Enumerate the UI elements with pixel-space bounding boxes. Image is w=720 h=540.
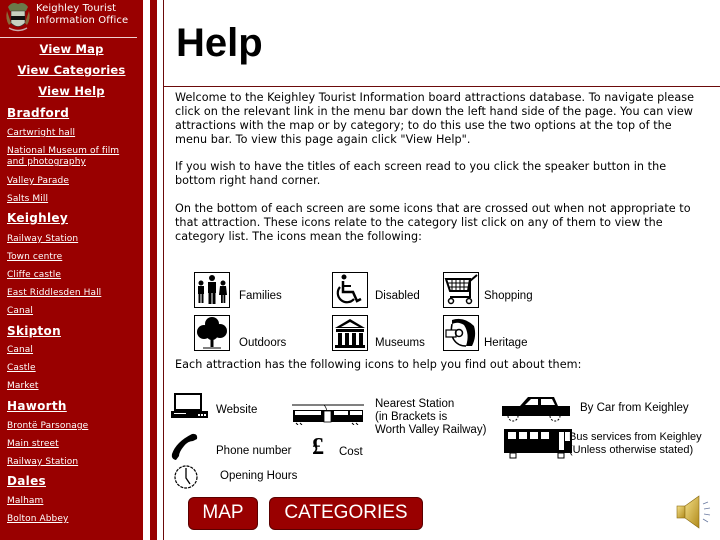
sidebar-item-salts-mill[interactable]: Salts Mill bbox=[7, 194, 48, 205]
office-name: Keighley Tourist Information Office bbox=[36, 3, 128, 27]
sidebar-item-main-street[interactable]: Main street bbox=[7, 439, 59, 450]
helmet-icon[interactable] bbox=[443, 315, 479, 351]
info-icons-paragraph: Each attraction has the following icons … bbox=[175, 358, 582, 371]
bus-icon bbox=[504, 429, 572, 459]
sidebar-item-bolton-abbey[interactable]: Bolton Abbey bbox=[7, 514, 68, 525]
sidebar-divider bbox=[0, 37, 137, 38]
sidebar: Keighley Tourist Information Office View… bbox=[0, 0, 143, 540]
sidebar-item-national-museum[interactable]: National Museum of film and photography bbox=[7, 146, 127, 168]
phone-label: Phone number bbox=[216, 445, 292, 457]
group-keighley[interactable]: Keighley bbox=[7, 211, 68, 225]
group-dales[interactable]: Dales bbox=[7, 474, 46, 488]
bus-services-label: Bus services from Keighley (Unless other… bbox=[569, 431, 702, 457]
map-button[interactable]: MAP bbox=[188, 497, 258, 530]
office-name-line1: Keighley Tourist bbox=[36, 3, 117, 14]
by-car-label: By Car from Keighley bbox=[580, 402, 689, 414]
museums-label: Museums bbox=[375, 337, 425, 349]
decorative-stripe bbox=[150, 0, 157, 540]
sidebar-item-malham[interactable]: Malham bbox=[7, 496, 43, 507]
nearest-station-label: Nearest Station (in Brackets is Worth Va… bbox=[375, 398, 486, 437]
sidebar-item-skipton-market[interactable]: Market bbox=[7, 381, 39, 392]
sidebar-item-keighley-canal[interactable]: Canal bbox=[7, 306, 33, 317]
computer-icon bbox=[171, 393, 208, 418]
wheelchair-icon[interactable] bbox=[332, 272, 368, 308]
station-label-line1: Nearest Station bbox=[375, 398, 455, 410]
coat-of-arms-icon bbox=[6, 3, 30, 32]
families-icon[interactable] bbox=[194, 272, 230, 308]
sidebar-item-east-riddlesden-hall[interactable]: East Riddlesden Hall bbox=[7, 288, 101, 299]
shopping-cart-icon[interactable] bbox=[443, 272, 479, 308]
sidebar-item-cartwright-hall[interactable]: Cartwright hall bbox=[7, 128, 75, 139]
station-label-line2: (in Brackets is bbox=[375, 411, 448, 423]
museum-icon[interactable] bbox=[332, 315, 368, 351]
clock-icon bbox=[174, 465, 198, 489]
station-label-line3: Worth Valley Railway) bbox=[375, 424, 487, 436]
page-title: Help bbox=[176, 21, 263, 65]
telephone-icon bbox=[171, 433, 198, 460]
group-haworth[interactable]: Haworth bbox=[7, 399, 67, 413]
sidebar-item-skipton-canal[interactable]: Canal bbox=[7, 345, 33, 356]
tree-icon[interactable] bbox=[194, 315, 230, 351]
view-map-link[interactable]: View Map bbox=[0, 42, 143, 56]
title-divider bbox=[164, 86, 720, 87]
office-name-line2: Information Office bbox=[36, 15, 129, 26]
sidebar-item-valley-parade[interactable]: Valley Parade bbox=[7, 176, 69, 187]
pound-icon: £ bbox=[312, 434, 324, 460]
speaker-icon[interactable] bbox=[675, 492, 715, 532]
website-label: Website bbox=[216, 404, 258, 416]
sidebar-item-skipton-castle[interactable]: Castle bbox=[7, 363, 36, 374]
sidebar-item-keighley-railway-station[interactable]: Railway Station bbox=[7, 234, 78, 245]
view-categories-link[interactable]: View Categories bbox=[0, 63, 143, 77]
outdoors-label: Outdoors bbox=[239, 337, 287, 349]
group-bradford[interactable]: Bradford bbox=[7, 106, 69, 120]
sidebar-item-cliffe-castle[interactable]: Cliffe castle bbox=[7, 270, 61, 281]
cost-label: Cost bbox=[339, 446, 363, 458]
icons-paragraph: On the bottom of each screen are some ic… bbox=[175, 202, 691, 243]
sidebar-item-bronte-parsonage[interactable]: Brontë Parsonage bbox=[7, 421, 88, 432]
families-label: Families bbox=[239, 290, 282, 302]
sidebar-item-town-centre[interactable]: Town centre bbox=[7, 252, 62, 263]
categories-button[interactable]: CATEGORIES bbox=[269, 497, 423, 530]
bus-label-line1: Bus services from Keighley bbox=[569, 431, 702, 443]
car-icon bbox=[502, 397, 570, 422]
view-help-link[interactable]: View Help bbox=[0, 84, 143, 98]
speaker-paragraph: If you wish to have the titles of each s… bbox=[175, 160, 667, 187]
opening-hours-label: Opening Hours bbox=[220, 470, 298, 482]
shopping-label: Shopping bbox=[484, 290, 533, 302]
bus-label-line2: (Unless otherwise stated) bbox=[569, 444, 694, 456]
intro-paragraph: Welcome to the Keighley Tourist Informat… bbox=[175, 91, 695, 146]
sidebar-item-haworth-railway-station[interactable]: Railway Station bbox=[7, 457, 78, 468]
group-skipton[interactable]: Skipton bbox=[7, 324, 61, 338]
content-border bbox=[163, 0, 164, 540]
disabled-label: Disabled bbox=[375, 290, 420, 302]
train-icon bbox=[292, 404, 364, 425]
heritage-label: Heritage bbox=[484, 337, 528, 349]
